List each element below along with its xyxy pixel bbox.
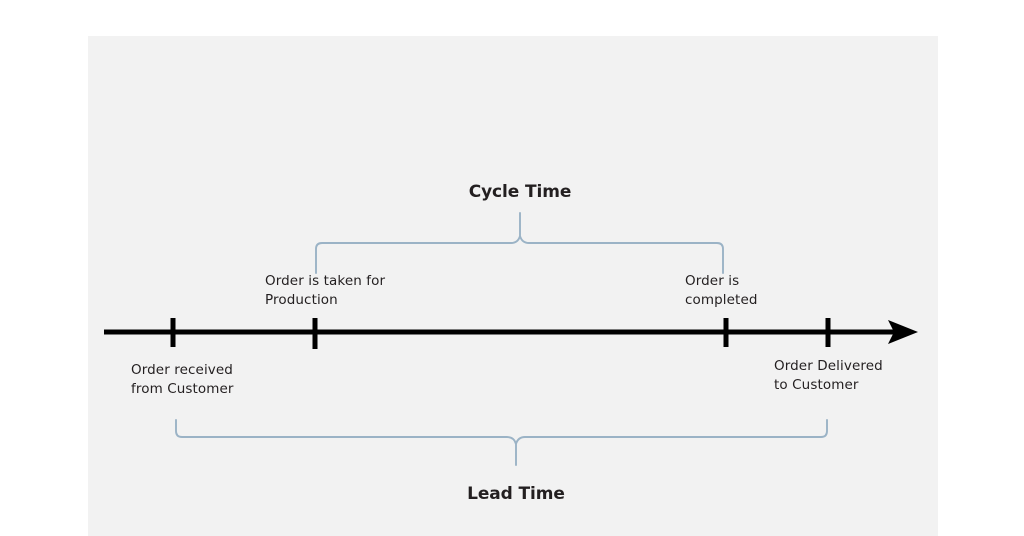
time-axis: [104, 320, 918, 344]
cycle-time-bracket: [315, 212, 724, 274]
milestone-label-order-received: Order received from Customer: [131, 362, 234, 397]
lead-time-bracket: [175, 419, 828, 466]
milestone-label-order-completed: Order is completed: [685, 273, 758, 308]
diagram-vector-layer: [104, 212, 918, 466]
milestone-label-order-delivered: Order Delivered to Customer: [774, 358, 883, 393]
bracket-label-lead-time: Lead Time: [467, 484, 565, 504]
bracket-label-cycle-time: Cycle Time: [468, 182, 572, 202]
milestone-label-order-taken-for-production: Order is taken for Production: [265, 273, 386, 308]
diagram-canvas: Cycle Time Order is taken for Production…: [0, 0, 1024, 536]
